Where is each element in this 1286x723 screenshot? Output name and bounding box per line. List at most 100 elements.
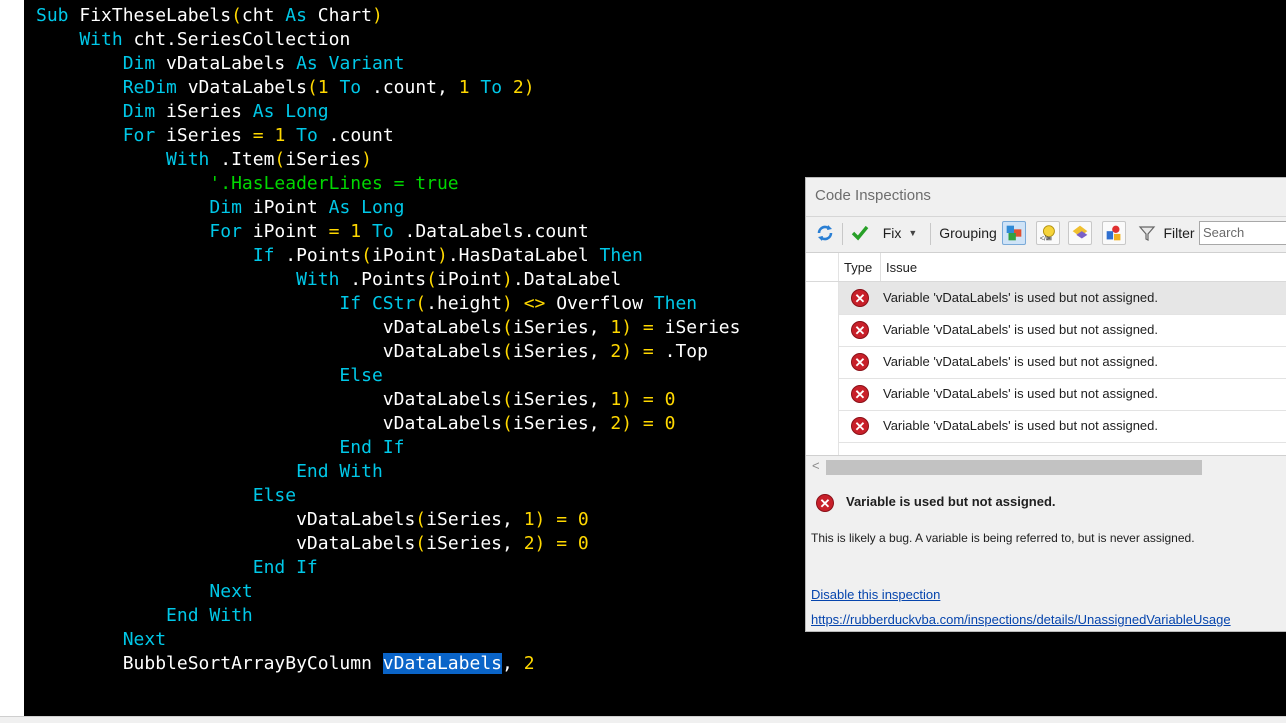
code-token: iPoint — [371, 245, 437, 266]
issue-text: Variable 'vDataLabels' is used but not a… — [883, 322, 1159, 337]
column-header-issue[interactable]: Issue — [886, 260, 917, 275]
code-token: ) — [523, 77, 535, 98]
code-line[interactable]: vDataLabels(iSeries, 1) = 0 — [36, 508, 740, 532]
code-token: 1 — [610, 389, 622, 410]
issue-text: Variable 'vDataLabels' is used but not a… — [883, 418, 1159, 433]
code-line[interactable]: Next — [36, 580, 740, 604]
code-block[interactable]: Sub FixTheseLabels(cht As Chart) With ch… — [36, 4, 740, 676]
code-line[interactable]: With cht.SeriesCollection — [36, 28, 740, 52]
code-token: .Points — [350, 269, 427, 290]
code-token: Then — [653, 293, 698, 314]
inspection-details-url-link[interactable]: https://rubberduckvba.com/inspections/de… — [811, 612, 1231, 627]
code-line[interactable]: With .Item(iSeries) — [36, 148, 740, 172]
code-token: iPoint — [252, 221, 329, 242]
code-token: iSeries — [285, 149, 362, 170]
code-line[interactable]: End With — [36, 460, 740, 484]
code-line[interactable]: vDataLabels(iSeries, 2) = .Top — [36, 340, 740, 364]
code-line[interactable]: Dim iSeries As Long — [36, 100, 740, 124]
code-token: ( — [502, 317, 513, 338]
code-token: To — [480, 77, 513, 98]
code-line[interactable]: '.HasLeaderLines = true — [36, 172, 740, 196]
code-token: 1 — [274, 125, 297, 146]
code-token: 2 — [512, 77, 524, 98]
code-line[interactable]: Else — [36, 364, 740, 388]
code-token: ( — [306, 77, 318, 98]
code-token: = — [252, 125, 275, 146]
horizontal-scrollbar[interactable]: < — [806, 455, 1286, 478]
code-token: 2 — [523, 653, 535, 674]
code-line[interactable]: For iPoint = 1 To .DataLabels.count — [36, 220, 740, 244]
code-token: 0 — [577, 533, 589, 554]
code-token: ( — [231, 5, 242, 26]
error-icon: ✕ — [816, 494, 834, 512]
code-line[interactable]: Dim iPoint As Long — [36, 196, 740, 220]
group-by-type-button[interactable] — [1002, 221, 1026, 245]
code-token: cht — [241, 5, 286, 26]
lightbulb-icon: </> — [1036, 221, 1060, 245]
scroll-left-icon[interactable]: < — [812, 458, 820, 473]
code-token: ( — [426, 269, 437, 290]
inspection-result-row[interactable]: ✕ Variable 'vDataLabels' is used but not … — [839, 314, 1286, 347]
code-line[interactable]: ReDim vDataLabels(1 To .count, 1 To 2) — [36, 76, 740, 100]
code-token: To — [296, 125, 329, 146]
code-line[interactable]: Sub FixTheseLabels(cht As Chart) — [36, 4, 740, 28]
group-by-location-button[interactable] — [1068, 221, 1092, 245]
error-icon: ✕ — [851, 417, 869, 435]
code-token: vDataLabels — [36, 509, 416, 530]
code-line[interactable]: With .Points(iPoint).DataLabel — [36, 268, 740, 292]
refresh-button[interactable] — [812, 221, 838, 245]
code-line[interactable]: vDataLabels(iSeries, 1) = 0 — [36, 388, 740, 412]
code-line[interactable]: vDataLabels(iSeries, 2) = 0 — [36, 532, 740, 556]
code-line[interactable]: For iSeries = 1 To .count — [36, 124, 740, 148]
inspection-icon — [1102, 221, 1126, 245]
toolbar-separator — [842, 223, 843, 245]
code-token: 2 — [523, 533, 535, 554]
code-token: iPoint — [436, 269, 503, 290]
inspection-results-grid: Type Issue ✕ Variable 'vDataLabels' is us… — [806, 252, 1286, 457]
code-line[interactable]: BubbleSortArrayByColumn vDataLabels, 2 — [36, 652, 740, 676]
code-token: 1 — [350, 221, 372, 242]
code-token: = — [642, 389, 665, 410]
code-token: Then — [599, 245, 643, 266]
code-line[interactable]: vDataLabels(iSeries, 1) = iSeries — [36, 316, 741, 340]
mark-all-button[interactable] — [848, 221, 872, 245]
code-token: End If — [36, 557, 318, 578]
code-line[interactable]: If CStr(.height) <> Overflow Then — [36, 292, 740, 316]
disable-inspection-link[interactable]: Disable this inspection — [811, 587, 940, 602]
issue-text: Variable 'vDataLabels' is used but not a… — [883, 290, 1159, 305]
code-token: iSeries, — [426, 509, 524, 530]
code-token: Variant — [328, 53, 405, 74]
code-line[interactable]: If .Points(iPoint).HasDataLabel Then — [36, 244, 740, 268]
code-token: = — [642, 341, 665, 362]
code-token: <> — [523, 293, 557, 314]
code-line[interactable]: End If — [36, 556, 740, 580]
code-token: '.HasLeaderLines = true — [36, 173, 459, 194]
fix-dropdown-button[interactable]: Fix ▼ — [878, 221, 922, 245]
inspection-result-row[interactable]: ✕ Variable 'vDataLabels' is used but not … — [839, 410, 1286, 443]
column-header-type[interactable]: Type — [844, 260, 872, 275]
group-by-inspection-button[interactable] — [1102, 221, 1126, 245]
scrollbar-thumb[interactable] — [826, 460, 1202, 475]
code-token: iSeries, — [512, 317, 611, 338]
code-line[interactable]: Dim vDataLabels As Variant — [36, 52, 740, 76]
inspection-result-row[interactable]: ✕ Variable 'vDataLabels' is used but not … — [839, 378, 1286, 411]
inspection-result-row[interactable]: ✕ Variable 'vDataLabels' is used but not … — [839, 346, 1286, 379]
group-by-severity-button[interactable]: </> — [1036, 221, 1060, 245]
code-token: For — [36, 125, 167, 146]
code-line[interactable]: Else — [36, 484, 740, 508]
code-token: 1 — [610, 317, 622, 338]
code-line[interactable]: End If — [36, 436, 740, 460]
code-line[interactable]: vDataLabels(iSeries, 2) = 0 — [36, 412, 740, 436]
code-token: = — [556, 533, 578, 554]
filter-icon[interactable] — [1136, 221, 1158, 245]
code-token: vDataLabels — [36, 317, 502, 338]
code-line[interactable]: Next — [36, 628, 740, 652]
error-icon: ✕ — [851, 321, 869, 339]
code-token: 1 — [317, 77, 340, 98]
code-token: .DataLabel — [512, 269, 622, 290]
inspection-result-row[interactable]: ✕ Variable 'vDataLabels' is used but not … — [839, 282, 1286, 315]
code-token: .Top — [664, 341, 708, 362]
search-input[interactable]: Search — [1199, 221, 1286, 245]
code-line[interactable]: End With — [36, 604, 740, 628]
code-token: 0 — [664, 389, 676, 410]
